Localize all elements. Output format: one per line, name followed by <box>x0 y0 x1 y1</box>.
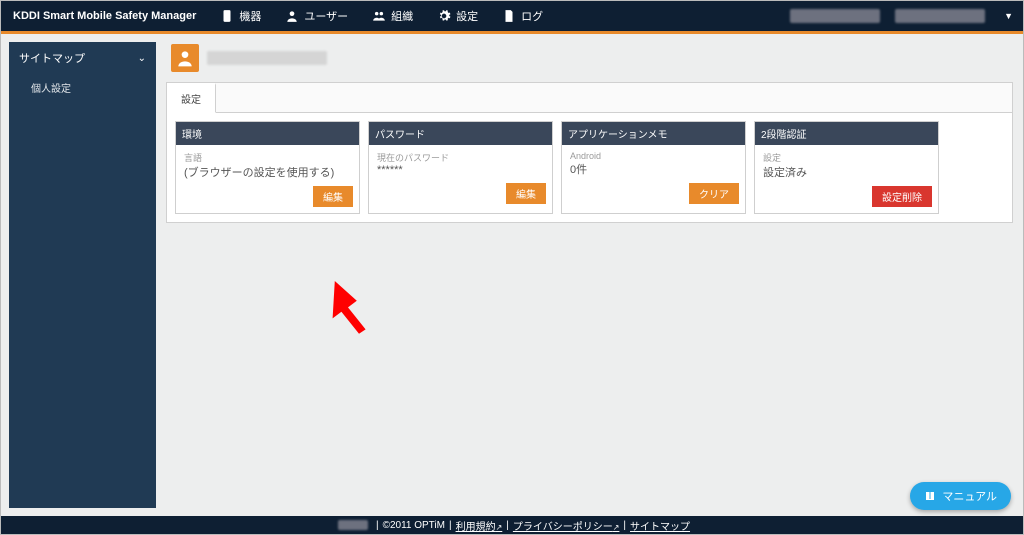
card-environment-title: 環境 <box>176 122 359 145</box>
nav-orgs-label: 組織 <box>391 8 413 24</box>
card-appmemo-label: Android <box>570 151 737 161</box>
user-menu-caret-icon[interactable]: ▼ <box>1004 11 1013 21</box>
footer-redacted <box>338 520 368 530</box>
card-environment-body: 言語 (ブラウザーの設定を使用する) <box>176 145 359 182</box>
card-environment: 環境 言語 (ブラウザーの設定を使用する) 編集 <box>175 121 360 214</box>
sidebar-title[interactable]: サイトマップ ⌄ <box>9 42 156 74</box>
card-appmemo-value: 0件 <box>570 161 737 177</box>
gear-icon <box>437 9 451 23</box>
card-twofa-label: 設定 <box>763 151 930 164</box>
avatar <box>171 44 199 72</box>
footer-sitemap-link[interactable]: サイトマップ <box>630 518 690 533</box>
user-name-redacted[interactable] <box>895 9 985 23</box>
cards-container: 環境 言語 (ブラウザーの設定を使用する) 編集 パスワード 現在のパスワード … <box>167 113 1012 222</box>
sidebar-title-label: サイトマップ <box>19 50 85 66</box>
clear-appmemo-button[interactable]: クリア <box>689 183 739 204</box>
nav-right: ▼ <box>790 1 1023 31</box>
footer-sep3: | <box>623 520 626 531</box>
card-twofa: 2段階認証 設定 設定済み 設定削除 <box>754 121 939 214</box>
nav-users-label: ユーザー <box>304 8 348 24</box>
tabstrip: 設定 <box>167 83 1012 113</box>
avatar-user-icon <box>175 48 195 68</box>
sidebar-panel: サイトマップ ⌄ 個人設定 <box>9 42 156 508</box>
sidebar: サイトマップ ⌄ 個人設定 <box>1 34 156 516</box>
nav-orgs[interactable]: 組織 <box>360 1 425 31</box>
layout: サイトマップ ⌄ 個人設定 設定 環境 言語 (ブラウザーの設定を使 <box>1 34 1023 516</box>
nav-settings[interactable]: 設定 <box>425 1 490 31</box>
tenant-name-redacted <box>790 9 880 23</box>
card-appmemo-body: Android 0件 <box>562 145 745 179</box>
footer-copyright: ©2011 OPTiM <box>383 520 445 531</box>
footer-sep0: | <box>376 520 379 531</box>
card-twofa-title: 2段階認証 <box>755 122 938 145</box>
edit-password-button[interactable]: 編集 <box>506 183 546 204</box>
nav-devices[interactable]: 機器 <box>208 1 273 31</box>
page-user-name-redacted <box>207 51 327 65</box>
brand-title: KDDI Smart Mobile Safety Manager <box>1 10 208 22</box>
card-environment-label: 言語 <box>184 151 351 164</box>
document-icon <box>502 9 516 23</box>
delete-twofa-button[interactable]: 設定削除 <box>872 186 932 207</box>
edit-environment-button[interactable]: 編集 <box>313 186 353 207</box>
card-password: パスワード 現在のパスワード ****** 編集 <box>368 121 553 214</box>
nav-logs-label: ログ <box>521 8 543 24</box>
nav-settings-label: 設定 <box>456 8 478 24</box>
footer-privacy-link[interactable]: プライバシーポリシー↗ <box>513 518 620 533</box>
main: 設定 環境 言語 (ブラウザーの設定を使用する) 編集 パスワード <box>156 34 1023 516</box>
nav-users[interactable]: ユーザー <box>273 1 360 31</box>
card-password-label: 現在のパスワード <box>377 151 544 164</box>
card-environment-value: (ブラウザーの設定を使用する) <box>184 164 351 180</box>
footer-tos-link[interactable]: 利用規約↗ <box>456 518 503 533</box>
card-appmemo: アプリケーションメモ Android 0件 クリア <box>561 121 746 214</box>
manual-button[interactable]: マニュアル <box>910 482 1011 510</box>
card-password-value: ****** <box>377 164 544 176</box>
card-password-title: パスワード <box>369 122 552 145</box>
top-nav: KDDI Smart Mobile Safety Manager 機器 ユーザー… <box>1 1 1023 31</box>
tab-settings[interactable]: 設定 <box>167 83 216 113</box>
device-icon <box>220 9 234 23</box>
footer: | ©2011 OPTiM | 利用規約↗ | プライバシーポリシー↗ | サイ… <box>1 516 1023 534</box>
nav-items: 機器 ユーザー 組織 設定 ログ <box>208 1 555 31</box>
settings-panel: 設定 環境 言語 (ブラウザーの設定を使用する) 編集 パスワード <box>166 82 1013 223</box>
card-twofa-value: 設定済み <box>763 164 930 180</box>
user-icon <box>285 9 299 23</box>
user-header <box>166 44 1013 72</box>
users-icon <box>372 9 386 23</box>
manual-label: マニュアル <box>942 488 997 504</box>
chevron-down-icon: ⌄ <box>138 53 146 64</box>
card-twofa-body: 設定 設定済み <box>755 145 938 182</box>
footer-sep2: | <box>506 520 509 531</box>
card-password-body: 現在のパスワード ****** <box>369 145 552 179</box>
sidebar-item-personal-settings[interactable]: 個人設定 <box>9 74 156 101</box>
book-icon <box>924 490 936 502</box>
card-appmemo-title: アプリケーションメモ <box>562 122 745 145</box>
nav-logs[interactable]: ログ <box>490 1 555 31</box>
nav-devices-label: 機器 <box>239 8 261 24</box>
footer-sep1: | <box>449 520 452 531</box>
